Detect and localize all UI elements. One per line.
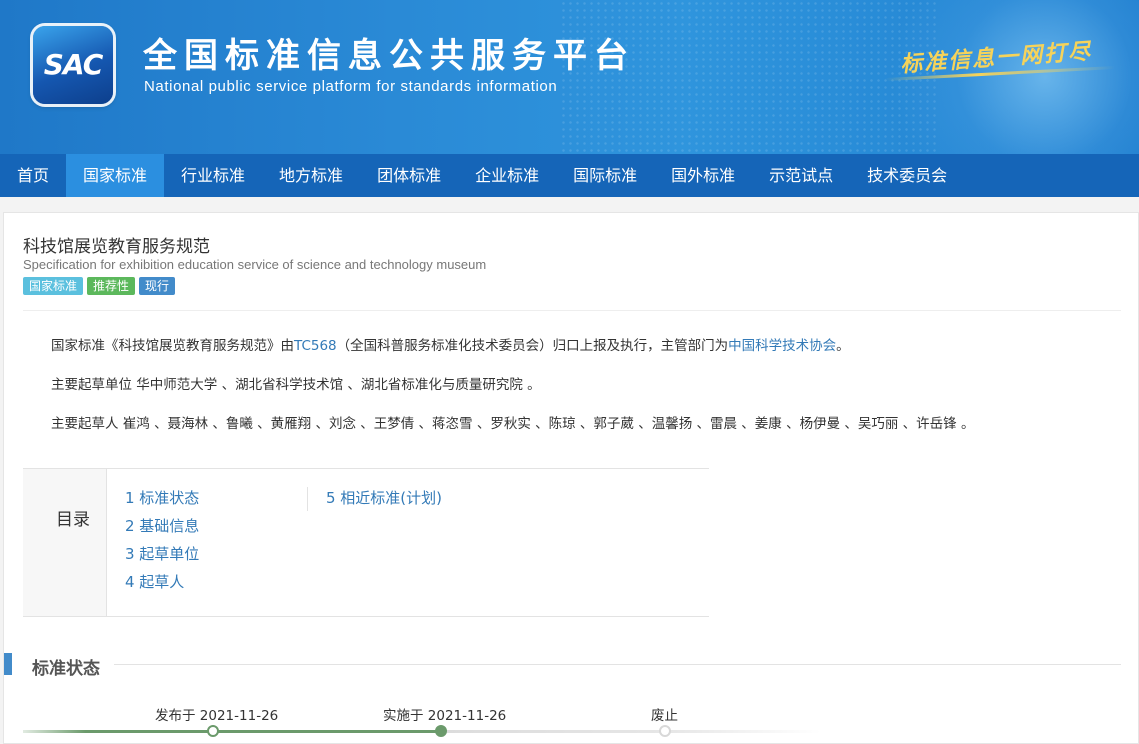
section-title-status: 标准状态 [32, 659, 100, 679]
nav-item-international[interactable]: 国际标准 [556, 154, 654, 197]
department-link[interactable]: 中国科学技术协会 [728, 338, 836, 354]
standard-badges: 国家标准 推荐性 现行 [23, 277, 176, 295]
standard-title: 科技馆展览教育服务规范 [23, 237, 210, 257]
main-nav: 首页 国家标准 行业标准 地方标准 团体标准 企业标准 国际标准 国外标准 示范… [0, 154, 1139, 197]
logo-text: SAC [43, 48, 104, 81]
tc-link[interactable]: TC568 [294, 338, 337, 354]
site-header: SAC 全国标准信息公共服务平台 National public service… [0, 0, 1139, 154]
intro-text: 国家标准《科技馆展览教育服务规范》由 [51, 338, 294, 354]
divider [23, 310, 1121, 311]
toc-link-drafters[interactable]: 4 起草人 [125, 571, 184, 592]
toc-label-cell: 目录 [23, 469, 107, 616]
toc-link-similar-standards[interactable]: 5 相近标准(计划) [326, 487, 442, 508]
nav-item-home[interactable]: 首页 [0, 154, 66, 197]
toc-link-basic-info[interactable]: 2 基础信息 [125, 515, 199, 536]
toc-column-divider [307, 487, 308, 511]
standard-subtitle: Specification for exhibition education s… [23, 257, 487, 272]
intro-paragraph-1: 国家标准《科技馆展览教育服务规范》由TC568（全国科普服务标准化技术委员会）归… [51, 334, 850, 354]
site-title-cn: 全国标准信息公共服务平台 [143, 36, 635, 76]
nav-item-local[interactable]: 地方标准 [262, 154, 360, 197]
nav-item-enterprise[interactable]: 企业标准 [458, 154, 556, 197]
badge-national: 国家标准 [23, 277, 84, 295]
timeline-abolished-label: 废止 [651, 708, 678, 724]
timeline-track-remaining [441, 730, 821, 733]
toc-link-status[interactable]: 1 标准状态 [125, 487, 199, 508]
standard-detail-card: 科技馆展览教育服务规范 Specification for exhibition… [3, 212, 1139, 744]
toc-link-drafting-units[interactable]: 3 起草单位 [125, 543, 199, 564]
sac-logo[interactable]: SAC [33, 26, 113, 104]
intro-text: （全国科普服务标准化技术委员会）归口上报及执行，主管部门为 [336, 338, 729, 354]
timeline-published-node [207, 725, 219, 737]
table-of-contents: 目录 1 标准状态 2 基础信息 3 起草单位 4 起草人 5 相近标准(计划) [23, 468, 709, 617]
intro-paragraph-2: 主要起草单位 华中师范大学 、湖北省科学技术馆 、湖北省标准化与质量研究院 。 [51, 377, 541, 393]
nav-item-industry[interactable]: 行业标准 [164, 154, 262, 197]
section-divider [114, 664, 1121, 665]
intro-paragraph-3: 主要起草人 崔鸿 、聂海林 、鲁曦 、黄雁翔 、刘念 、王梦倩 、蒋恣雪 、罗秋… [51, 416, 975, 432]
intro-text: 。 [836, 338, 850, 354]
timeline-published-label: 发布于 2021-11-26 [155, 708, 279, 724]
badge-current: 现行 [139, 277, 176, 295]
section-accent-bar [4, 653, 12, 675]
nav-item-pilot[interactable]: 示范试点 [752, 154, 850, 197]
nav-item-national[interactable]: 国家标准 [66, 154, 165, 197]
site-title-en: National public service platform for sta… [144, 78, 558, 95]
nav-item-group[interactable]: 团体标准 [360, 154, 458, 197]
timeline-abolished-node [659, 725, 671, 737]
badge-recommended: 推荐性 [87, 277, 136, 295]
timeline-implemented-label: 实施于 2021-11-26 [383, 708, 507, 724]
nav-item-committee[interactable]: 技术委员会 [850, 154, 964, 197]
toc-label: 目录 [56, 510, 90, 530]
timeline-track-completed [23, 730, 441, 733]
timeline-implemented-node [435, 725, 447, 737]
nav-item-foreign[interactable]: 国外标准 [654, 154, 752, 197]
